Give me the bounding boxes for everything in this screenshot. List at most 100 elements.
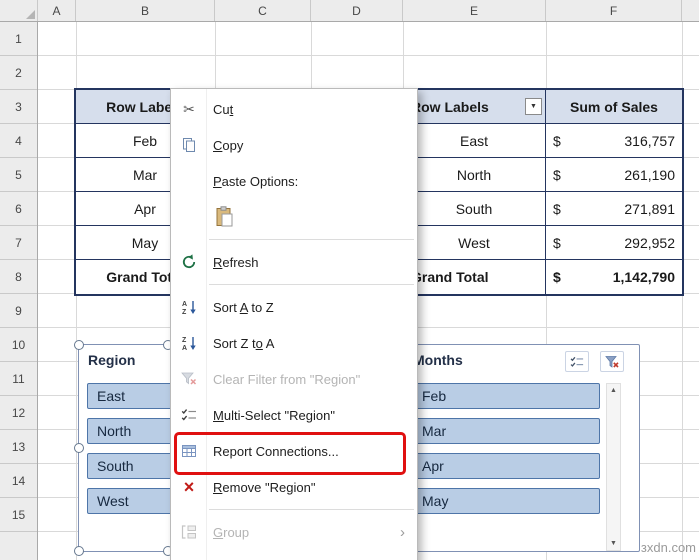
menu-separator — [209, 509, 414, 510]
slicer-item[interactable]: Apr — [412, 453, 600, 479]
pivot-row: South $ 271,891 — [403, 192, 682, 226]
currency-symbol: $ — [553, 166, 561, 183]
row-labels-text: Row Labels — [411, 98, 489, 115]
row-header[interactable]: 1 — [0, 22, 37, 56]
value-number: 271,891 — [624, 200, 675, 217]
svg-text:A: A — [182, 345, 187, 351]
menu-item-label: Sort Z to A — [213, 335, 275, 351]
pivot-body: East $ 316,757 North $ 261,190 South $ 2… — [403, 124, 682, 260]
multi-select-icon — [570, 356, 584, 367]
months-slicer-items: Feb Mar Apr May — [412, 383, 600, 523]
pivot-header-row: Row Labels ▼ Sum of Sales — [403, 90, 682, 124]
row-header[interactable]: 5 — [0, 158, 37, 192]
column-header-e[interactable]: E — [403, 0, 546, 21]
value-number: 316,757 — [624, 132, 675, 149]
pivot-row-value[interactable]: $ 271,891 — [546, 192, 682, 226]
row-header[interactable]: 7 — [0, 226, 37, 260]
column-header-f[interactable]: F — [546, 0, 682, 21]
column-header-c[interactable]: C — [215, 0, 311, 21]
pivot-row: East $ 316,757 — [403, 124, 682, 158]
slicer-item[interactable]: Mar — [412, 418, 600, 444]
menu-item-label: Clear Filter from "Region" — [213, 371, 361, 387]
menu-item-copy[interactable]: Copy — [171, 127, 417, 163]
row-header[interactable]: 10 — [0, 328, 37, 362]
menu-item-label: Group — [213, 524, 250, 540]
scroll-up-button[interactable]: ▲ — [607, 384, 620, 397]
menu-item-label: Cut — [213, 101, 234, 117]
row-header[interactable]: 8 — [0, 260, 37, 294]
menu-separator — [209, 239, 414, 240]
grand-total-label[interactable]: Grand Total — [403, 260, 546, 294]
slicer-scrollbar[interactable]: ▲ ▼ — [606, 383, 621, 551]
row-header[interactable]: 2 — [0, 56, 37, 90]
months-slicer[interactable]: Months Feb Mar Apr May ▲ ▼ — [403, 344, 640, 552]
pivot-row: West $ 292,952 — [403, 226, 682, 260]
menu-item-remove[interactable]: × Remove "Region" — [171, 469, 417, 505]
column-header-d[interactable]: D — [311, 0, 403, 21]
pivot-row-label[interactable]: East — [403, 124, 546, 158]
menu-item-multi-select[interactable]: Multi-Select "Region" — [171, 397, 417, 433]
row-header[interactable]: 6 — [0, 192, 37, 226]
menu-item-label: Sort A to Z — [213, 299, 274, 315]
menu-item-sort-a-to-z[interactable]: A Z Sort A to Z — [171, 289, 417, 325]
menu-item-label: Copy — [213, 137, 244, 153]
row-header[interactable]: 12 — [0, 396, 37, 430]
row-header[interactable]: 15 — [0, 498, 37, 532]
menu-item-paste-options: Paste Options: — [171, 163, 417, 199]
pivot-row-labels-header[interactable]: Row Labels ▼ — [403, 90, 546, 124]
copy-icon — [178, 137, 200, 153]
clear-filter-button[interactable] — [600, 351, 624, 372]
menu-item-label: Paste Options: — [213, 173, 299, 189]
row-header[interactable]: 3 — [0, 90, 37, 124]
pivot-row-label[interactable]: South — [403, 192, 546, 226]
menu-item-refresh[interactable]: Refresh — [171, 244, 417, 280]
multi-select-button[interactable] — [565, 351, 589, 372]
row-header[interactable]: 9 — [0, 294, 37, 328]
row-header[interactable]: 14 — [0, 464, 37, 498]
report-connections-icon — [178, 443, 200, 459]
menu-item-clear-filter: Clear Filter from "Region" — [171, 361, 417, 397]
column-header-b[interactable]: B — [76, 0, 215, 21]
svg-text:Z: Z — [182, 337, 187, 344]
select-all-corner[interactable] — [0, 0, 38, 21]
remove-icon: × — [183, 477, 195, 497]
slicer-resize-handle[interactable] — [74, 546, 84, 556]
row-headers: 1 2 3 4 5 6 7 8 9 10 11 12 13 14 15 — [0, 22, 38, 532]
row-header[interactable]: 13 — [0, 430, 37, 464]
currency-symbol: $ — [553, 200, 561, 217]
slicer-item[interactable]: May — [412, 488, 600, 514]
menu-item-label: Remove "Region" — [213, 479, 316, 495]
pivot-row: North $ 261,190 — [403, 158, 682, 192]
pivot-row-value[interactable]: $ 316,757 — [546, 124, 682, 158]
menu-item-report-connections[interactable]: Report Connections... — [171, 433, 417, 469]
menu-item-paste[interactable] — [171, 199, 417, 235]
column-header-a[interactable]: A — [38, 0, 76, 21]
watermark: зхdn.com — [640, 540, 696, 555]
svg-text:Z: Z — [182, 309, 187, 315]
menu-item-label: Multi-Select "Region" — [213, 407, 335, 423]
pivot-table-regions: Row Labels ▼ Sum of Sales East $ 316,757… — [401, 88, 684, 296]
sum-of-sales-header[interactable]: Sum of Sales — [546, 90, 682, 124]
pivot-row-value[interactable]: $ 261,190 — [546, 158, 682, 192]
slicer-resize-handle[interactable] — [74, 443, 84, 453]
value-number: 292,952 — [624, 234, 675, 251]
multi-select-icon — [178, 407, 200, 423]
pivot-row-label[interactable]: West — [403, 226, 546, 260]
row-header[interactable]: 4 — [0, 124, 37, 158]
menu-item-sort-z-to-a[interactable]: Z A Sort Z to A — [171, 325, 417, 361]
svg-text:A: A — [182, 301, 187, 308]
sort-za-icon: Z A — [178, 335, 200, 351]
currency-symbol: $ — [553, 234, 561, 251]
filter-dropdown-button[interactable]: ▼ — [525, 98, 542, 115]
pivot-row-label[interactable]: North — [403, 158, 546, 192]
clear-filter-icon — [605, 355, 619, 368]
slicer-item[interactable]: Feb — [412, 383, 600, 409]
pivot-row-value[interactable]: $ 292,952 — [546, 226, 682, 260]
scroll-down-button[interactable]: ▼ — [607, 537, 620, 550]
menu-item-cut[interactable]: ✂ Cut — [171, 91, 417, 127]
paste-icon[interactable] — [214, 206, 236, 228]
currency-symbol: $ — [553, 269, 561, 285]
grand-total-value[interactable]: $ 1,142,790 — [546, 260, 682, 294]
row-header[interactable]: 11 — [0, 362, 37, 396]
slicer-resize-handle[interactable] — [74, 340, 84, 350]
